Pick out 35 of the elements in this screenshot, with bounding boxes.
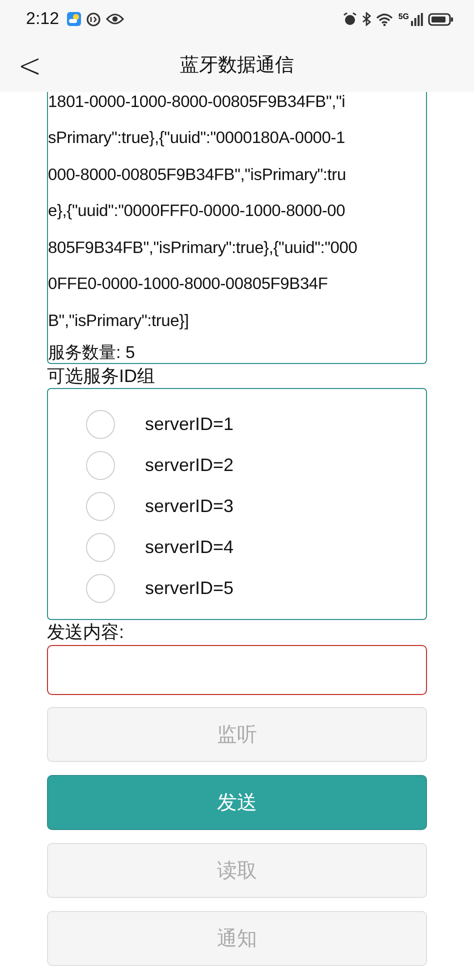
service-json-line: e},{"uuid":"0000FFF0-0000-1000-8000-00 — [48, 201, 346, 222]
radio-label: serverID=5 — [145, 578, 234, 598]
weather-app-icon — [67, 12, 82, 26]
service-json-line: sPrimary":true},{"uuid":"0000180A-0000-1 — [48, 128, 346, 149]
radio-button[interactable] — [86, 574, 115, 602]
action-button[interactable]: 发送 — [47, 775, 427, 830]
service-json-line: 1801-0000-1000-8000-00805F9B34FB","i — [48, 92, 346, 112]
battery-icon — [428, 12, 454, 26]
signal-icon — [411, 12, 423, 26]
group-label: 可选服务ID组 — [47, 365, 156, 388]
radio-label: serverID=1 — [145, 414, 234, 434]
page-title: 蓝牙数据通信 — [180, 54, 294, 78]
radio-button[interactable] — [86, 492, 115, 520]
eye-icon — [106, 13, 124, 25]
service-json-line: 0FFE0-0000-1000-8000-00805F9B34F — [48, 274, 329, 295]
badge-icon — [86, 12, 102, 26]
radio-label: serverID=2 — [145, 454, 234, 476]
radio-label: serverID=3 — [145, 496, 234, 516]
status-time: 2:12 — [26, 9, 60, 29]
radio-button[interactable] — [86, 410, 115, 438]
network-label: 5G — [398, 12, 409, 20]
radio-label: serverID=4 — [145, 536, 234, 558]
radio-button[interactable] — [86, 450, 115, 480]
alarm-icon — [343, 12, 358, 26]
service-json-line: 000-8000-00805F9B34FB","isPrimary":tru — [48, 164, 347, 186]
service-count-text: 服务数量: 5 — [48, 342, 136, 363]
back-button[interactable]: < — [12, 45, 48, 85]
service-json-line: B","isPrimary":true}] — [48, 310, 190, 332]
services-text-area[interactable] — [47, 92, 427, 364]
send-label: 发送内容: — [47, 621, 126, 644]
send-input-field[interactable] — [47, 645, 427, 695]
bluetooth-icon — [362, 12, 372, 26]
radio-button[interactable] — [86, 532, 115, 562]
wifi-icon — [376, 12, 394, 26]
service-json-line: 805F9B34FB","isPrimary":true},{"uuid":"000 — [48, 238, 358, 258]
